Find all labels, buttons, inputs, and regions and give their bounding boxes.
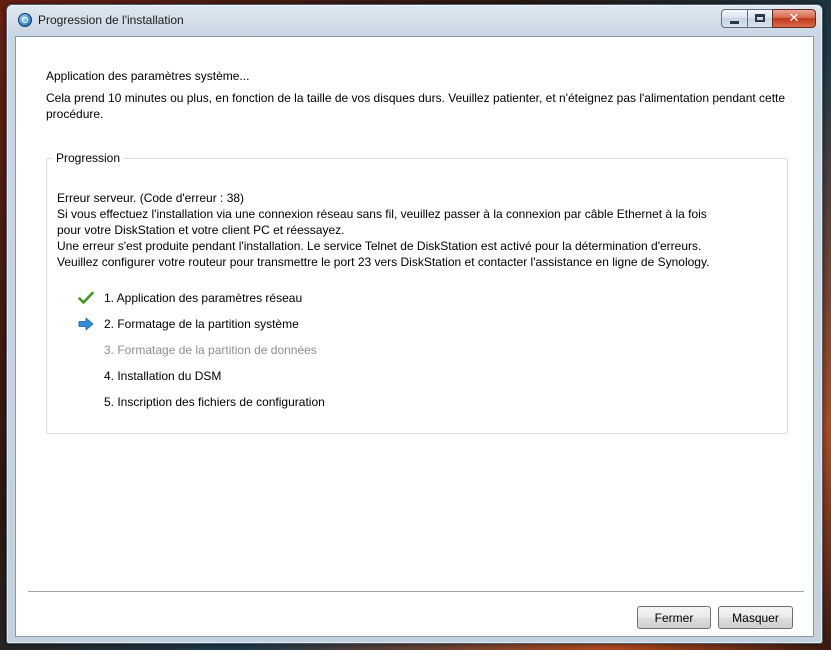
title-bar[interactable]: Progression de l'installation ✕ <box>7 5 822 35</box>
error-line: pour votre DiskStation et votre client P… <box>57 223 345 237</box>
install-steps-list: 1. Application des paramètres réseau 2. … <box>78 288 578 418</box>
step-format-system-partition: 2. Formatage de la partition système <box>78 314 578 340</box>
status-description: Cela prend 10 minutes ou plus, en foncti… <box>46 91 786 121</box>
arrow-right-icon <box>78 317 94 331</box>
step-label: 2. Formatage de la partition système <box>104 317 299 331</box>
minimize-icon <box>730 21 739 24</box>
progress-group-legend: Progression <box>52 151 125 165</box>
step-format-data-partition: 3. Formatage de la partition de données <box>78 340 578 366</box>
hide-button[interactable]: Masquer <box>718 606 793 629</box>
close-icon: ✕ <box>788 11 800 26</box>
status-title: Application des paramètres système... <box>46 69 250 83</box>
close-button[interactable]: Fermer <box>637 606 711 629</box>
caption-buttons: ✕ <box>721 9 816 28</box>
step-label: 3. Formatage de la partition de données <box>104 343 317 357</box>
step-label: 4. Installation du DSM <box>104 369 222 383</box>
maximize-button[interactable] <box>747 9 772 28</box>
dialog-content: Application des paramètres système... Ce… <box>15 36 814 637</box>
footer-separator <box>28 591 804 593</box>
progress-groupbox: Progression Erreur serveur. (Code d'erre… <box>46 151 788 434</box>
close-window-button[interactable]: ✕ <box>772 9 816 28</box>
minimize-button[interactable] <box>721 9 747 28</box>
step-label: 5. Inscription des fichiers de configura… <box>104 395 325 409</box>
error-line: Erreur serveur. (Code d'erreur : 38) <box>57 191 245 205</box>
error-message: Erreur serveur. (Code d'erreur : 38) Si … <box>57 190 782 270</box>
installation-progress-window: Progression de l'installation ✕ Applicat… <box>6 4 823 644</box>
checkmark-icon <box>78 291 94 304</box>
error-line: Veuillez configurer votre routeur pour t… <box>57 255 710 269</box>
step-write-config-files: 5. Inscription des fichiers de configura… <box>78 392 578 418</box>
maximize-icon <box>755 14 765 22</box>
synology-assistant-icon <box>18 13 32 27</box>
step-network-settings: 1. Application des paramètres réseau <box>78 288 578 314</box>
window-title: Progression de l'installation <box>38 13 184 27</box>
step-label: 1. Application des paramètres réseau <box>104 291 303 305</box>
error-line: Si vous effectuez l'installation via une… <box>57 207 707 221</box>
error-line: Une erreur s'est produite pendant l'inst… <box>57 239 702 253</box>
step-install-dsm: 4. Installation du DSM <box>78 366 578 392</box>
